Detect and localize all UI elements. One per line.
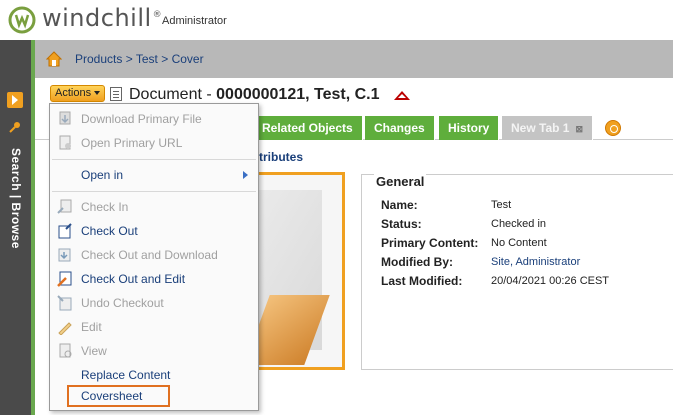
check-out-edit-icon <box>57 271 72 287</box>
menu-item-undo-checkout[interactable]: Undo Checkout <box>50 292 258 314</box>
general-title: General <box>374 174 427 189</box>
brand-name: windchill® <box>42 4 163 32</box>
breadcrumb-cover[interactable]: Cover <box>172 52 204 66</box>
actions-menu: Download Primary File Open Primary URL O… <box>49 103 259 411</box>
menu-item-edit[interactable]: Edit <box>50 316 258 338</box>
download-icon <box>59 111 71 125</box>
general-panel: General Name: Test Status: Checked in Pr… <box>361 174 673 370</box>
top-header: windchill® Administrator <box>0 0 673 40</box>
open-url-icon <box>59 135 71 150</box>
search-browse-toggle[interactable]: Search | Browse <box>9 148 23 249</box>
current-user[interactable]: Administrator <box>162 15 227 27</box>
subtab-attributes[interactable]: ttributes <box>255 150 303 164</box>
menu-item-replace-content[interactable]: Replace Content <box>50 364 258 386</box>
field-value-modified-by[interactable]: Site, Administrator <box>491 256 580 268</box>
field-value-name: Test <box>491 199 512 211</box>
menu-item-view[interactable]: View <box>50 340 258 362</box>
menu-item-open-primary-url[interactable]: Open Primary URL <box>50 132 258 154</box>
menu-item-check-out-and-edit[interactable]: Check Out and Edit <box>50 268 258 290</box>
field-value-last-modified: 20/04/2021 00:26 CEST <box>491 275 610 287</box>
field-label-status: Status: <box>381 217 422 231</box>
field-label-last-modified: Last Modified: <box>381 274 463 288</box>
menu-divider <box>52 191 256 192</box>
breadcrumb: Products > Test > Cover <box>75 52 204 66</box>
actions-button[interactable]: Actions <box>50 85 106 102</box>
breadcrumb-test[interactable]: Test <box>136 52 158 66</box>
view-icon <box>59 343 72 358</box>
chevron-down-icon <box>94 91 101 96</box>
document-icon <box>110 87 122 101</box>
menu-item-check-in[interactable]: Check In <box>50 196 258 218</box>
breadcrumb-separator: > <box>161 52 169 66</box>
check-out-download-icon <box>58 248 71 262</box>
breadcrumb-products[interactable]: Products <box>75 52 122 66</box>
edit-pencil-icon <box>58 322 72 335</box>
menu-item-open-in[interactable]: Open in <box>50 164 258 186</box>
add-tab-icon[interactable] <box>605 120 621 136</box>
undo-checkout-icon <box>57 295 72 311</box>
close-icon[interactable]: ⊠ <box>575 124 583 134</box>
chevron-right-icon <box>243 171 248 179</box>
menu-item-check-out[interactable]: Check Out <box>50 220 258 242</box>
breadcrumb-bar: Products > Test > Cover <box>35 40 673 78</box>
tab-changes[interactable]: Changes <box>365 116 435 140</box>
check-in-icon <box>57 199 72 214</box>
field-value-status: Checked in <box>491 218 547 230</box>
field-label-primary-content: Primary Content: <box>381 236 479 250</box>
expand-navigator-icon[interactable] <box>7 92 23 108</box>
tab-related-objects[interactable]: Related Objects <box>253 116 363 140</box>
menu-item-check-out-and-download[interactable]: Check Out and Download <box>50 244 258 266</box>
menu-divider <box>52 159 256 160</box>
left-navigator: Search | Browse <box>0 40 31 415</box>
pin-icon[interactable] <box>8 120 22 134</box>
tab-history[interactable]: History <box>439 116 500 140</box>
menu-item-download-primary-file[interactable]: Download Primary File <box>50 108 258 130</box>
windchill-logo-icon <box>8 6 36 34</box>
tab-new-tab-1[interactable]: New Tab 1 ⊠ <box>502 116 594 140</box>
menu-item-coversheet[interactable]: Coversheet <box>67 385 170 407</box>
warning-triangle-icon[interactable] <box>394 91 410 100</box>
field-label-name: Name: <box>381 198 418 212</box>
page-title: Document - 0000000121, Test, C.1 <box>129 86 380 103</box>
field-value-primary-content: No Content <box>491 237 547 249</box>
field-label-modified-by: Modified By: <box>381 255 453 269</box>
check-out-icon <box>58 223 72 239</box>
home-icon[interactable] <box>46 51 62 67</box>
breadcrumb-separator: > <box>125 52 133 66</box>
